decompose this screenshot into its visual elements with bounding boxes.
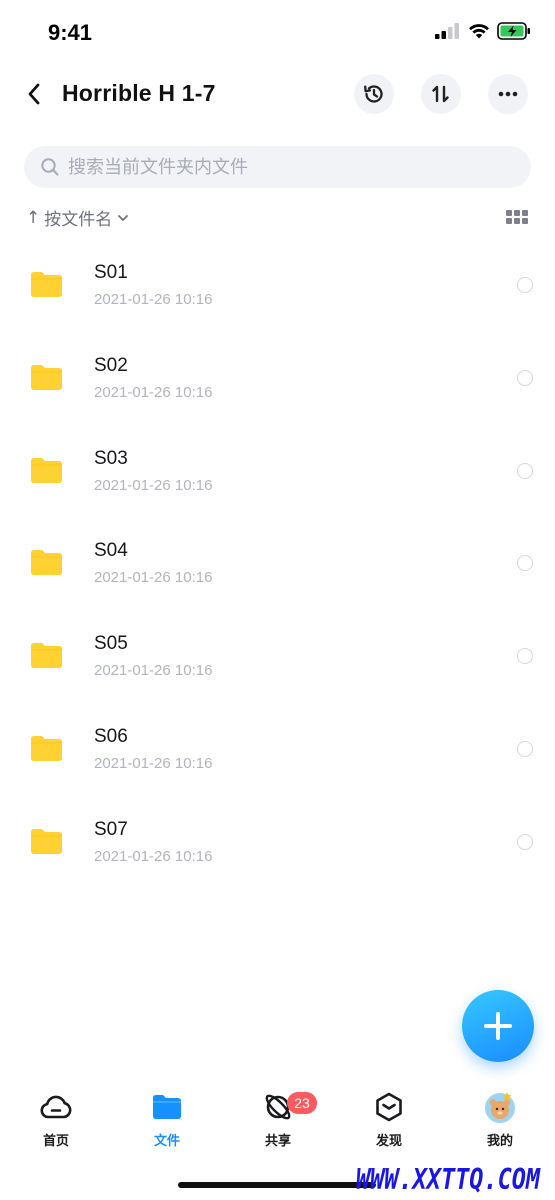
sort-selector[interactable]: ↑ 按文件名 [26, 205, 130, 230]
notification-badge: 23 [287, 1092, 317, 1114]
select-checkbox[interactable] [517, 462, 533, 479]
list-item[interactable]: S02 2021-01-26 10:16 [0, 333, 555, 426]
select-checkbox[interactable] [517, 648, 533, 665]
file-date: 2021-01-26 10:16 [94, 291, 213, 308]
tab-profile[interactable]: 我的 [460, 1090, 540, 1156]
history-button[interactable] [354, 74, 394, 114]
file-date: 2021-01-26 10:16 [94, 569, 213, 587]
cloud-icon [40, 1095, 72, 1119]
plus-icon [484, 1012, 512, 1040]
chevron-down-icon [118, 214, 129, 221]
select-checkbox[interactable] [517, 740, 533, 757]
avatar-icon [485, 1092, 515, 1123]
back-button[interactable] [18, 78, 50, 110]
tab-discover[interactable]: 发现 [349, 1090, 429, 1156]
file-date: 2021-01-26 10:16 [94, 754, 213, 772]
file-name: S01 [94, 262, 128, 283]
select-checkbox[interactable] [517, 369, 533, 386]
wifi-icon [469, 24, 489, 39]
tab-label: 共享 [264, 1134, 291, 1149]
folder-icon [153, 1095, 181, 1119]
file-list: S01 2021-01-26 10:16 S02 2021-01-26 10:1… [0, 240, 555, 890]
folder-icon [31, 457, 62, 483]
select-checkbox[interactable] [517, 277, 533, 293]
tab-label: 我的 [486, 1134, 513, 1149]
tab-bar: 首页 文件 共享 23 发现 我的 [0, 1090, 555, 1160]
folder-icon [31, 643, 62, 669]
search-bar[interactable] [24, 146, 531, 188]
file-name: S07 [94, 818, 128, 840]
list-item[interactable]: S04 2021-01-26 10:16 [0, 518, 555, 611]
file-name: S03 [94, 447, 128, 469]
file-date: 2021-01-26 10:16 [94, 847, 213, 865]
list-item[interactable]: S06 2021-01-26 10:16 [0, 704, 555, 797]
list-item[interactable]: S01 2021-01-26 10:16 [0, 240, 555, 333]
status-icons [435, 22, 531, 40]
file-date: 2021-01-26 10:16 [94, 383, 213, 401]
tab-home[interactable]: 首页 [16, 1090, 96, 1156]
list-item[interactable]: S05 2021-01-26 10:16 [0, 611, 555, 704]
folder-icon [31, 735, 62, 761]
sort-label: 按文件名 [44, 210, 113, 230]
page-title: Horrible H 1-7 [62, 80, 216, 106]
tab-share[interactable]: 共享 23 [238, 1090, 318, 1156]
battery-charging-icon [497, 22, 530, 40]
tab-files[interactable]: 文件 [127, 1090, 207, 1156]
home-indicator [178, 1182, 376, 1188]
folder-icon [31, 828, 62, 854]
add-button[interactable] [462, 990, 534, 1062]
file-name: S05 [94, 633, 128, 655]
file-date: 2021-01-26 10:16 [94, 662, 213, 680]
select-checkbox[interactable] [517, 555, 533, 572]
status-bar: 9:41 [0, 0, 555, 64]
grid-icon [506, 210, 512, 216]
history-icon [364, 85, 383, 103]
watermark: WWW.XXTTQ.COM [356, 1163, 541, 1196]
folder-icon [31, 272, 62, 297]
file-name: S02 [94, 354, 128, 376]
tab-label: 文件 [153, 1134, 180, 1149]
search-icon [41, 158, 59, 176]
file-name: S06 [94, 725, 128, 747]
cellular-signal-icon [435, 23, 459, 39]
grid-view-toggle[interactable] [506, 210, 528, 226]
more-button[interactable] [488, 74, 528, 114]
file-name: S04 [94, 540, 128, 562]
more-horizontal-icon [498, 91, 518, 97]
header: Horrible H 1-7 [0, 70, 555, 118]
chevron-left-icon [28, 83, 40, 105]
list-item[interactable]: S07 2021-01-26 10:16 [0, 797, 555, 890]
status-time: 9:41 [48, 20, 93, 45]
list-item[interactable]: S03 2021-01-26 10:16 [0, 426, 555, 519]
cube-icon [376, 1092, 402, 1122]
sort-arrow: ↑ [26, 207, 41, 228]
sort-order-button[interactable] [421, 74, 461, 114]
folder-icon [31, 364, 62, 390]
file-date: 2021-01-26 10:16 [94, 476, 213, 494]
search-input[interactable] [68, 156, 488, 178]
select-checkbox[interactable] [517, 833, 533, 850]
tab-label: 首页 [42, 1134, 69, 1149]
swap-vertical-icon [432, 85, 449, 103]
tab-label: 发现 [375, 1134, 402, 1149]
folder-icon [31, 550, 62, 576]
